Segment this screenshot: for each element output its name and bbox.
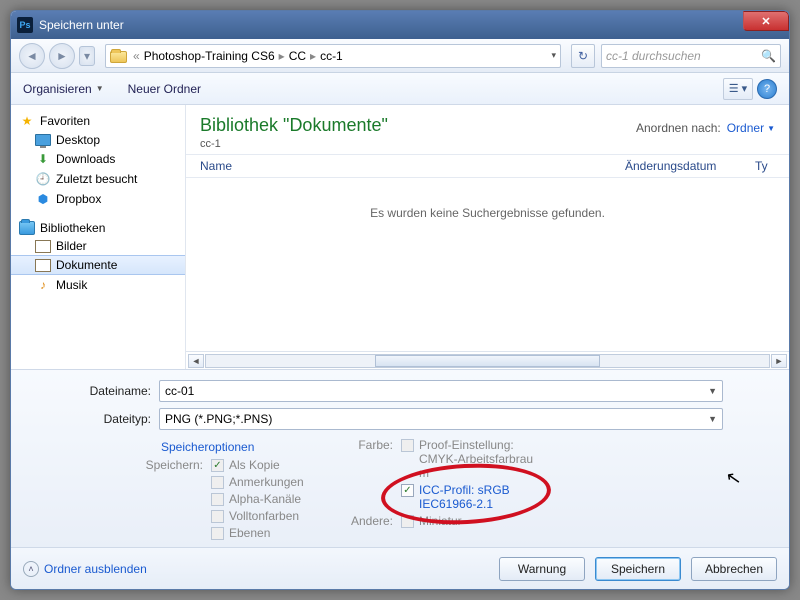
scroll-track[interactable] bbox=[205, 354, 770, 368]
sidebar-item-desktop[interactable]: Desktop bbox=[11, 131, 185, 149]
filetype-label: Dateityp: bbox=[23, 412, 151, 426]
sidebar-item-pictures[interactable]: Bilder bbox=[11, 237, 185, 255]
column-type[interactable]: Ty bbox=[755, 159, 775, 173]
column-name[interactable]: Name bbox=[200, 159, 625, 173]
sidebar-item-downloads[interactable]: ⬇Downloads bbox=[11, 149, 185, 169]
chevron-right-icon: ▸ bbox=[310, 49, 316, 63]
chevron-down-icon[interactable]: ▼ bbox=[708, 414, 717, 424]
search-icon: 🔍 bbox=[761, 49, 776, 63]
spot-checkbox bbox=[211, 510, 224, 523]
app-icon: Ps bbox=[17, 17, 33, 33]
breadcrumb[interactable]: « Photoshop-Training CS6 ▸ CC ▸ cc-1 ▾ bbox=[105, 44, 561, 68]
chevron-down-icon: ▼ bbox=[96, 84, 104, 93]
folder-icon bbox=[110, 49, 127, 63]
window-title: Speichern unter bbox=[39, 18, 124, 32]
music-icon: ♪ bbox=[35, 277, 51, 293]
desktop-icon bbox=[35, 134, 51, 146]
recent-icon: 🕘 bbox=[35, 171, 51, 187]
chevron-down-icon: ▼ bbox=[767, 124, 775, 133]
chevron-up-icon: ˄ bbox=[23, 561, 39, 577]
titlebar[interactable]: Ps Speichern unter ✕ bbox=[11, 11, 789, 39]
filename-input[interactable]: cc-01▼ bbox=[159, 380, 723, 402]
search-placeholder: cc-1 durchsuchen bbox=[606, 49, 701, 63]
as-copy-checkbox bbox=[211, 459, 224, 472]
toolbar: Organisieren▼ Neuer Ordner ☰ ▾ ? bbox=[11, 73, 789, 105]
save-as-dialog: Ps Speichern unter ✕ ◄ ► ▾ « Photoshop-T… bbox=[10, 10, 790, 590]
download-icon: ⬇ bbox=[35, 151, 51, 167]
alpha-label: Alpha-Kanäle bbox=[229, 492, 301, 506]
save-options-header: Speicheroptionen bbox=[161, 440, 345, 454]
view-mode-button[interactable]: ☰ ▾ bbox=[723, 78, 753, 100]
libraries-icon bbox=[19, 221, 35, 235]
library-title: Bibliothek "Dokumente" bbox=[200, 115, 636, 136]
proof-label: Proof-Einstellung:CMYK-Arbeitsfarbraum bbox=[419, 438, 533, 480]
save-button[interactable]: Speichern bbox=[595, 557, 681, 581]
new-folder-button[interactable]: Neuer Ordner bbox=[128, 82, 201, 96]
scroll-left-button[interactable]: ◄ bbox=[188, 354, 204, 368]
dropbox-icon: ⬢ bbox=[35, 191, 51, 207]
column-modified[interactable]: Änderungsdatum bbox=[625, 159, 755, 173]
hide-folders-button[interactable]: ˄ Ordner ausblenden bbox=[23, 561, 147, 577]
chevron-down-icon[interactable]: ▾ bbox=[551, 50, 556, 61]
column-headers[interactable]: Name Änderungsdatum Ty bbox=[186, 155, 789, 178]
warning-button[interactable]: Warnung bbox=[499, 557, 585, 581]
alpha-checkbox bbox=[211, 493, 224, 506]
sidebar-item-documents[interactable]: Dokumente bbox=[11, 255, 185, 275]
sidebar-item-music[interactable]: ♪Musik bbox=[11, 275, 185, 295]
layers-label: Ebenen bbox=[229, 526, 270, 540]
save-options-panel: Dateiname: cc-01▼ Dateityp: PNG (*.PNG;*… bbox=[11, 369, 789, 547]
arrange-label: Anordnen nach: bbox=[636, 121, 721, 135]
thumbnail-label: Miniatur bbox=[419, 514, 462, 528]
annotations-checkbox bbox=[211, 476, 224, 489]
filetype-select[interactable]: PNG (*.PNG;*.PNS)▼ bbox=[159, 408, 723, 430]
save-label: Speichern: bbox=[135, 458, 203, 472]
chevron-down-icon[interactable]: ▼ bbox=[708, 386, 717, 396]
file-list-pane: Bibliothek "Dokumente" cc-1 Anordnen nac… bbox=[186, 105, 789, 369]
forward-button[interactable]: ► bbox=[49, 43, 75, 69]
help-button[interactable]: ? bbox=[757, 79, 777, 99]
star-icon: ★ bbox=[19, 113, 35, 129]
scroll-thumb[interactable] bbox=[375, 355, 600, 367]
chevron-left-icon: « bbox=[133, 49, 140, 63]
icc-profile-checkbox[interactable] bbox=[401, 484, 414, 497]
breadcrumb-item[interactable]: cc-1 bbox=[320, 49, 343, 63]
empty-message: Es wurden keine Suchergebnisse gefunden. bbox=[186, 178, 789, 351]
sidebar-item-recent[interactable]: 🕘Zuletzt besucht bbox=[11, 169, 185, 189]
history-dropdown[interactable]: ▾ bbox=[79, 46, 95, 66]
icc-profile-label: ICC-Profil: sRGBIEC61966-2.1 bbox=[419, 483, 510, 511]
refresh-button[interactable]: ↻ bbox=[571, 44, 595, 68]
sidebar: ★ Favoriten Desktop ⬇Downloads 🕘Zuletzt … bbox=[11, 105, 186, 369]
organize-button[interactable]: Organisieren▼ bbox=[23, 82, 104, 96]
close-button[interactable]: ✕ bbox=[743, 11, 789, 31]
search-input[interactable]: cc-1 durchsuchen 🔍 bbox=[601, 44, 781, 68]
as-copy-label: Als Kopie bbox=[229, 458, 280, 472]
footer: ˄ Ordner ausblenden Warnung Speichern Ab… bbox=[11, 547, 789, 589]
other-label: Andere: bbox=[345, 514, 393, 528]
spot-label: Volltonfarben bbox=[229, 509, 299, 523]
sidebar-group-favorites[interactable]: ★ Favoriten bbox=[11, 111, 185, 131]
documents-icon bbox=[35, 259, 51, 272]
annotations-label: Anmerkungen bbox=[229, 475, 304, 489]
back-button[interactable]: ◄ bbox=[19, 43, 45, 69]
color-label: Farbe: bbox=[345, 438, 393, 480]
sidebar-group-libraries[interactable]: Bibliotheken bbox=[11, 219, 185, 237]
cancel-button[interactable]: Abbrechen bbox=[691, 557, 777, 581]
arrange-dropdown[interactable]: Ordner▼ bbox=[727, 121, 775, 135]
sidebar-item-dropbox[interactable]: ⬢Dropbox bbox=[11, 189, 185, 209]
library-subtitle: cc-1 bbox=[200, 138, 636, 150]
layers-checkbox bbox=[211, 527, 224, 540]
breadcrumb-item[interactable]: CC bbox=[289, 49, 306, 63]
proof-checkbox bbox=[401, 439, 414, 452]
breadcrumb-item[interactable]: Photoshop-Training CS6 bbox=[144, 49, 275, 63]
cursor-icon: ↖ bbox=[724, 467, 743, 490]
pictures-icon bbox=[35, 240, 51, 253]
filename-label: Dateiname: bbox=[23, 384, 151, 398]
nav-row: ◄ ► ▾ « Photoshop-Training CS6 ▸ CC ▸ cc… bbox=[11, 39, 789, 73]
thumbnail-checkbox bbox=[401, 515, 414, 528]
scroll-right-button[interactable]: ► bbox=[771, 354, 787, 368]
chevron-right-icon: ▸ bbox=[279, 49, 285, 63]
horizontal-scrollbar[interactable]: ◄ ► bbox=[186, 351, 789, 369]
